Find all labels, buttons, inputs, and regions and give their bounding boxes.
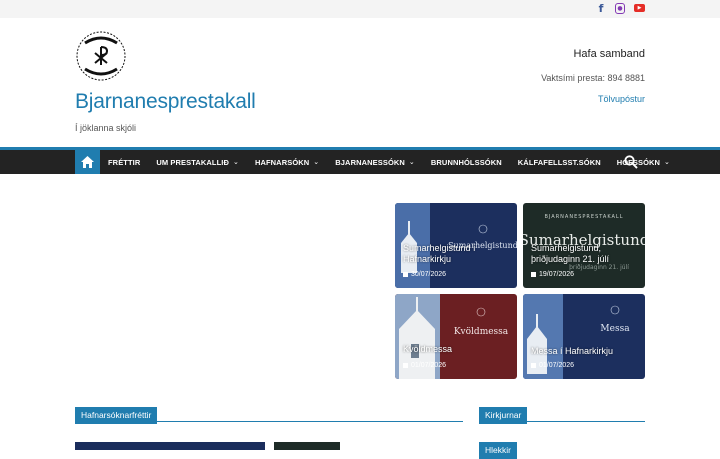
- svg-text:þriðjudaginn 21. júlí: þriðjudaginn 21. júlí: [569, 264, 629, 271]
- section-title[interactable]: Kirkjurnar: [479, 407, 528, 424]
- post-title[interactable]: Kvöldmessa: [403, 344, 452, 355]
- home-button[interactable]: [75, 150, 100, 174]
- calendar-icon: [531, 272, 536, 277]
- main-navigation: FRÉTTIR UM PRESTAKALLIÐ ⌄ HAFNARSÓKN ⌄ BJA…: [0, 147, 720, 174]
- post-thumbnail[interactable]: [274, 442, 340, 450]
- post-card[interactable]: Messa Messa í Hafnarkirkju 01/07/2026: [523, 294, 645, 379]
- svg-text:Kvöldmessa: Kvöldmessa: [454, 327, 509, 337]
- nav-item-um-prestakallid[interactable]: UM PRESTAKALLIÐ ⌄: [148, 150, 247, 174]
- chevron-down-icon: ⌄: [408, 159, 415, 166]
- svg-text:Messa: Messa: [600, 324, 630, 334]
- section-title[interactable]: Hafnarsóknarfréttir: [75, 407, 158, 424]
- site-logo[interactable]: [75, 29, 127, 83]
- nav-item-hafnarsokn[interactable]: HAFNARSÓKN ⌄: [247, 150, 327, 174]
- post-date: 01/07/2026: [403, 362, 446, 369]
- chevron-down-icon: ⌄: [232, 159, 239, 166]
- section-header-kirkjurnar: Kirkjurnar: [479, 403, 645, 424]
- post-card[interactable]: BJARNANESPRESTAKALL Sumarhelgistund þrið…: [523, 203, 645, 288]
- nav-item-hofssokn[interactable]: HOFSSÓKN ⌄: [609, 150, 678, 174]
- youtube-icon[interactable]: ▶: [634, 4, 645, 12]
- post-date: 30/07/2026: [403, 271, 446, 278]
- calendar-icon: [531, 363, 536, 368]
- section-header-hlekkir: Hlekkir: [479, 438, 645, 459]
- section-title[interactable]: Hlekkir: [479, 442, 517, 459]
- home-icon: [81, 156, 94, 168]
- post-thumbnail[interactable]: [75, 442, 265, 450]
- social-links: f ● ▶: [596, 2, 645, 15]
- facebook-icon[interactable]: f: [596, 2, 606, 15]
- post-title[interactable]: Messa í Hafnarkirkju: [531, 346, 613, 357]
- instagram-icon[interactable]: ●: [615, 3, 625, 14]
- site-tagline: Í jöklanna skjóli: [75, 123, 137, 133]
- calendar-icon: [403, 272, 408, 277]
- post-card[interactable]: Sumarhelgistund Sumarhelgistund í Hafnark…: [395, 203, 517, 288]
- contact-title: Hafa samband: [573, 48, 645, 60]
- contact-phone: Vaktsími presta: 894 8881: [541, 73, 645, 83]
- post-date: 01/07/2026: [531, 362, 574, 369]
- section-header-hafnarsokn: Hafnarsóknarfréttir: [75, 403, 463, 424]
- post-title[interactable]: Sumarhelgistund í Hafnarkirkju: [403, 243, 476, 265]
- search-icon[interactable]: [624, 155, 638, 169]
- nav-item-bjarnanessokn[interactable]: BJARNANESSÓKN ⌄: [327, 150, 423, 174]
- nav-item-kalfafellsstsokn[interactable]: KÁLFAFELLSST.SÓKN: [510, 150, 609, 174]
- post-card[interactable]: Kvöldmessa Kvöldmessa 01/07/2026: [395, 294, 517, 379]
- chevron-down-icon: ⌄: [313, 159, 320, 166]
- nav-item-brunnholssokn[interactable]: BRUNNHÓLSSÓKN: [423, 150, 510, 174]
- nav-item-frettir[interactable]: FRÉTTIR: [100, 150, 148, 174]
- contact-block: Hafa samband Vaktsími presta: 894 8881 T…: [541, 48, 645, 104]
- contact-email-link[interactable]: Tölvupóstur: [541, 94, 645, 104]
- svg-text:BJARNANESPRESTAKALL: BJARNANESPRESTAKALL: [544, 214, 623, 220]
- post-title[interactable]: Sumarhelgistund, þriðjudaginn 21. júlí: [531, 243, 609, 265]
- post-date: 19/07/2026: [531, 271, 574, 278]
- top-bar: f ● ▶: [0, 0, 720, 18]
- chevron-down-icon: ⌄: [664, 159, 671, 166]
- site-title[interactable]: Bjarnanesprestakall: [75, 90, 256, 114]
- calendar-icon: [403, 363, 408, 368]
